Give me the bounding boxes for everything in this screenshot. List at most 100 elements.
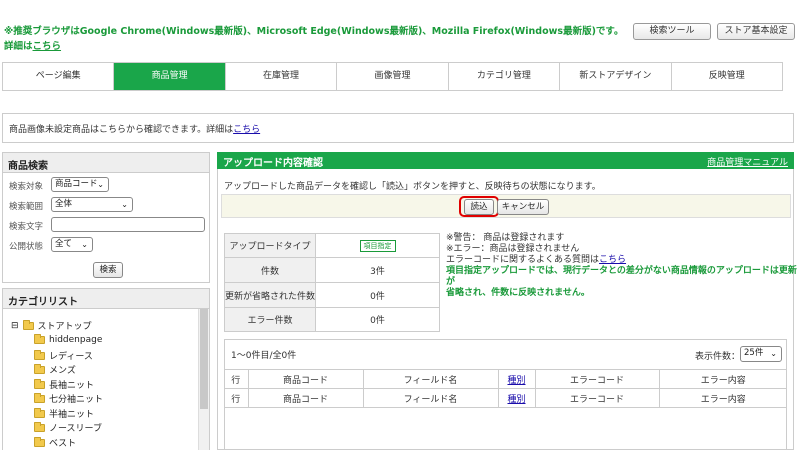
chevron-down-icon: ⌄ <box>81 240 88 249</box>
tab-product-management[interactable]: 商品管理 <box>114 63 226 90</box>
error-results-table: 行 商品コード フィールド名 種別 エラーコード エラー内容 行 商品コード フ… <box>224 369 787 408</box>
faq-link[interactable]: こちら <box>599 255 626 265</box>
folder-icon <box>22 319 34 330</box>
category-item[interactable]: hiddenpage <box>34 334 103 345</box>
category-item-label: hiddenpage <box>49 335 103 345</box>
upload-confirm-header: アップロード内容確認 商品管理マニュアル <box>217 152 794 169</box>
folder-icon <box>34 436 45 447</box>
publish-status-select[interactable]: 全て ⌄ <box>51 237 93 252</box>
diff-note-line-1: 項目指定アップロードでは、現行データとの差分がない商品情報のアップロードは更新が <box>446 266 797 287</box>
upload-type-cell: 項目指定 <box>315 233 440 258</box>
product-manual-link[interactable]: 商品管理マニュアル <box>707 155 788 168</box>
upload-confirm-title: アップロード内容確認 <box>223 158 323 169</box>
table-row: アップロードタイプ 項目指定 <box>224 233 440 258</box>
col-type-link[interactable]: 種別 <box>507 376 525 386</box>
search-text-input[interactable] <box>51 217 205 232</box>
upload-description: アップロードした商品データを確認し「読込」ボタンを押すと、反映待ちの状態になりま… <box>224 182 601 192</box>
result-count: 1〜0件目/全0件 <box>231 351 297 361</box>
col-error-content: エラー内容 <box>658 388 787 408</box>
category-scrollbar[interactable] <box>198 309 209 450</box>
folder-icon <box>34 334 45 344</box>
load-button[interactable]: 読込 <box>464 199 494 215</box>
folder-icon <box>34 349 45 360</box>
category-item[interactable]: 半袖ニット <box>34 407 94 420</box>
per-page-select[interactable]: 25件 ⌄ <box>740 346 782 362</box>
category-item[interactable]: 七分袖ニット <box>34 392 103 405</box>
col-error-content: エラー内容 <box>658 369 787 389</box>
skipped-count-label: 更新が省略された件数 <box>224 282 316 308</box>
chevron-down-icon: ⌄ <box>121 200 128 209</box>
col-product-code: 商品コード <box>247 369 364 389</box>
category-item[interactable]: メンズ <box>34 363 76 376</box>
col-product-code: 商品コード <box>247 388 364 408</box>
scrollbar-thumb[interactable] <box>200 309 208 409</box>
store-basic-settings-button[interactable]: ストア基本設定 <box>717 23 795 40</box>
category-item-label: ベスト <box>49 439 77 449</box>
tab-category-management[interactable]: カテゴリ管理 <box>448 63 561 90</box>
category-item[interactable]: ベスト <box>34 436 76 449</box>
col-row: 行 <box>224 388 249 408</box>
col-row: 行 <box>224 369 249 389</box>
search-range-label: 検索範囲 <box>9 202 44 212</box>
category-item-label: レディース <box>49 352 93 362</box>
error-count-label: エラー件数 <box>224 307 316 332</box>
folder-icon <box>34 392 45 403</box>
col-field-name: フィールド名 <box>362 369 499 389</box>
col-type[interactable]: 種別 <box>497 369 536 389</box>
faq-note: エラーコードに関するよくある質問はこちら <box>446 255 800 266</box>
table-header-row: 行 商品コード フィールド名 種別 エラーコード エラー内容 <box>224 369 787 389</box>
tab-page-edit[interactable]: ページ編集 <box>3 63 115 90</box>
notice-line-2: 詳細はこちら <box>4 39 623 54</box>
notice-details-link[interactable]: こちら <box>33 41 62 52</box>
product-search-panel: 商品検索 検索対象 商品コード ⌄ 検索範囲 全体 ⌄ 検索文字 公開状態 全て ⌄ … <box>2 152 210 283</box>
category-root-label: ストアトップ <box>37 322 92 332</box>
col-type-link[interactable]: 種別 <box>507 395 525 405</box>
faq-prefix: エラーコードに関するよくある質問は <box>446 255 600 265</box>
category-item[interactable]: 長袖ニット <box>34 378 94 391</box>
upload-type-label: アップロードタイプ <box>224 233 316 258</box>
search-tool-button[interactable]: 検索ツール <box>633 23 711 40</box>
table-row: エラー件数 0件 <box>224 307 440 332</box>
category-root[interactable]: ⊟ ストアトップ <box>11 319 92 332</box>
category-item[interactable]: レディース <box>34 349 93 362</box>
folder-icon <box>34 421 45 432</box>
count-value: 3件 <box>315 257 440 283</box>
main-nav-tabs: ページ編集 商品管理 在庫管理 画像管理 カテゴリ管理 新ストアデザイン 反映管… <box>2 62 783 91</box>
search-target-label: 検索対象 <box>9 182 44 192</box>
col-error-code: エラーコード <box>534 388 660 408</box>
tab-new-store-design[interactable]: 新ストアデザイン <box>560 63 672 90</box>
search-button[interactable]: 検索 <box>93 262 123 278</box>
warning-note: ※警告： 商品は登録されます <box>446 233 565 243</box>
search-target-select[interactable]: 商品コード ⌄ <box>51 177 109 192</box>
info-details-link[interactable]: こちら <box>233 125 260 135</box>
search-text-label: 検索文字 <box>9 222 44 232</box>
category-item-label: 七分袖ニット <box>49 395 104 405</box>
browser-notice: ※推奨ブラウザはGoogle Chrome(Windows最新版)、Micros… <box>4 24 623 54</box>
notice-prefix: 詳細は <box>4 41 33 52</box>
cancel-button[interactable]: キャンセル <box>497 199 549 215</box>
category-item-label: ノースリーブ <box>49 424 103 434</box>
col-field-name: フィールド名 <box>362 388 499 408</box>
error-note: ※エラー：商品は登録されません <box>446 244 580 254</box>
table-row: 更新が省略された件数 0件 <box>224 282 440 308</box>
publish-status-label: 公開状態 <box>9 242 44 252</box>
collapse-toggle-icon[interactable]: ⊟ <box>11 321 19 331</box>
chevron-down-icon: ⌄ <box>770 349 777 358</box>
folder-icon <box>34 378 45 389</box>
search-range-select[interactable]: 全体 ⌄ <box>51 197 133 212</box>
upload-type-badge: 項目指定 <box>359 239 396 252</box>
tab-image-management[interactable]: 画像管理 <box>337 63 449 90</box>
category-item-label: 半袖ニット <box>49 410 95 420</box>
error-count-value: 0件 <box>315 307 440 332</box>
tab-reflection-management[interactable]: 反映管理 <box>671 63 782 90</box>
tab-inventory-management[interactable]: 在庫管理 <box>225 63 338 90</box>
category-item-label: 長袖ニット <box>49 381 95 391</box>
category-item[interactable]: ノースリーブ <box>34 421 102 434</box>
diff-note-line-2: 省略され、件数に反映されません。 <box>446 288 590 298</box>
category-list-title: カテゴリリスト <box>3 289 209 309</box>
category-item-label: メンズ <box>49 366 76 376</box>
col-type[interactable]: 種別 <box>497 388 536 408</box>
publish-status-value: 全て <box>55 239 73 249</box>
product-search-title: 商品検索 <box>3 153 209 173</box>
folder-icon <box>34 407 45 418</box>
